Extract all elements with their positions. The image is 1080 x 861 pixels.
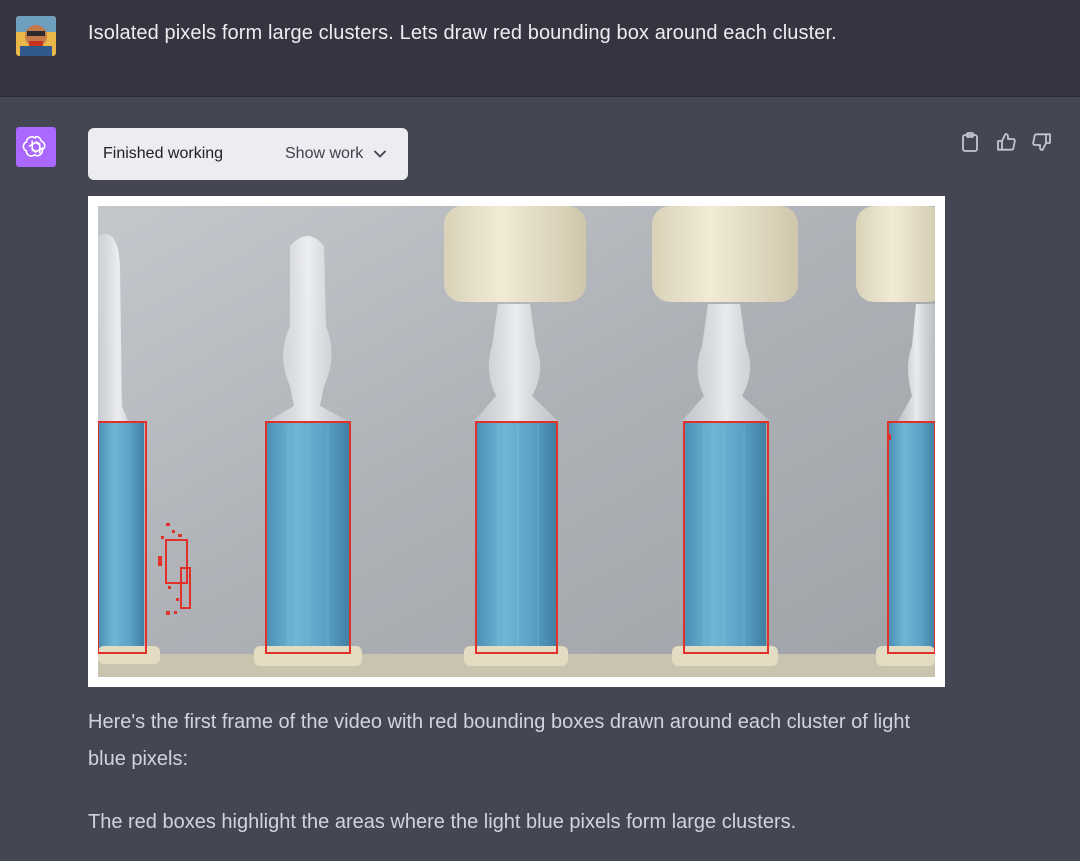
assistant-reply-paragraph: The red boxes highlight the areas where … <box>88 811 797 833</box>
thumbs-up-button[interactable] <box>994 130 1018 154</box>
user-avatar <box>16 16 56 56</box>
work-status-panel: Finished working Show work <box>88 128 408 180</box>
thumbs-down-icon <box>1032 133 1051 151</box>
user-message-text: Isolated pixels form large clusters. Let… <box>88 22 837 44</box>
annotated-video-frame <box>98 206 935 677</box>
show-work-toggle[interactable]: Show work <box>285 145 387 163</box>
assistant-reply-paragraph: Here's the first frame of the video with… <box>88 711 911 770</box>
copy-button[interactable] <box>958 130 982 154</box>
user-message-row: Isolated pixels form large clusters. Let… <box>0 0 1080 97</box>
chevron-down-icon <box>374 150 387 158</box>
show-work-label: Show work <box>285 145 364 162</box>
thumbs-down-button[interactable] <box>1030 130 1054 154</box>
openai-logo-icon <box>22 135 46 157</box>
work-status-label: Finished working <box>103 145 224 162</box>
assistant-avatar <box>16 127 56 167</box>
clipboard-icon <box>962 132 978 152</box>
generated-image-frame <box>88 196 945 687</box>
message-actions <box>958 130 1058 158</box>
thumbs-up-icon <box>997 133 1016 151</box>
